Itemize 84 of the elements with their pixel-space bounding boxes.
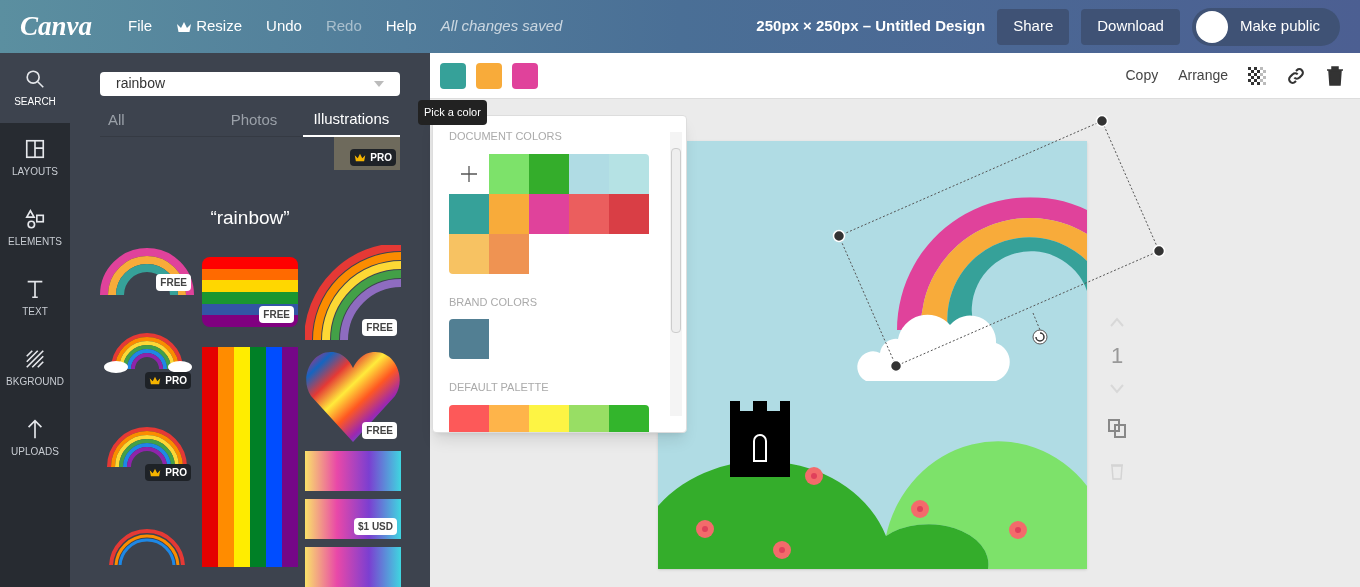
sidebar-item[interactable]: UPLOADS: [0, 403, 70, 473]
price-tag: $1 USD: [354, 518, 397, 535]
link-icon[interactable]: [1286, 65, 1306, 86]
palette-swatch[interactable]: [569, 153, 609, 194]
price-tag: FREE: [362, 422, 397, 439]
search-icon: [24, 67, 46, 90]
palette-swatch[interactable]: [489, 404, 529, 432]
palette-swatch[interactable]: [489, 193, 529, 234]
crown-icon: [149, 376, 162, 385]
hills-drawing[interactable]: [658, 441, 1087, 569]
menu-item[interactable]: Help: [385, 15, 417, 38]
scrollbar-thumb[interactable]: [671, 148, 681, 333]
menu-item[interactable]: Undo: [266, 15, 302, 38]
sidebar-item[interactable]: LAYOUTS: [0, 123, 70, 193]
flower-drawing[interactable]: [911, 500, 929, 518]
color-swatch[interactable]: [440, 62, 466, 89]
palette-swatch[interactable]: [449, 404, 489, 432]
trash-icon[interactable]: [1326, 65, 1344, 86]
palette-swatch[interactable]: [489, 153, 529, 194]
section-label: DOCUMENT COLORS: [449, 129, 563, 144]
search-field[interactable]: rainbow: [100, 72, 400, 96]
design-title: 250px × 250px – Untitled Design: [756, 16, 986, 37]
rainbow-flag-illustration[interactable]: [202, 257, 298, 327]
rainbow-illustration[interactable]: [100, 245, 195, 295]
crown-icon: [176, 20, 193, 33]
palette-swatch[interactable]: [529, 404, 569, 432]
price-tag: FREE: [259, 306, 294, 323]
price-tag: FREE: [362, 319, 397, 336]
section-label: DEFAULT PALETTE: [449, 380, 550, 395]
section-label: BRAND COLORS: [449, 294, 539, 310]
shapes-icon: [24, 207, 46, 230]
price-tag: FREE: [156, 274, 191, 291]
tooltip: Pick a color: [418, 100, 487, 125]
crown-icon: [354, 152, 367, 162]
cloud-drawing[interactable]: [857, 314, 1010, 381]
dropdown-caret-icon: [374, 80, 384, 87]
palette-swatch[interactable]: [489, 233, 529, 274]
make-public-toggle[interactable]: Make public: [1191, 7, 1340, 46]
palette-swatch[interactable]: [449, 233, 489, 274]
color-swatch[interactable]: [476, 62, 502, 89]
toolbar-action[interactable]: Arrange: [1178, 65, 1228, 86]
header-button[interactable]: Share: [997, 8, 1070, 45]
filter-tab[interactable]: All: [100, 103, 206, 137]
color-swatch[interactable]: [512, 62, 538, 89]
rainbow-drawing[interactable]: [897, 197, 1087, 330]
toggle-knob: [1195, 10, 1228, 43]
sidebar-item[interactable]: ELEMENTS: [0, 193, 70, 263]
palette-swatch[interactable]: [529, 193, 569, 234]
pro-badge: PRO: [145, 464, 191, 481]
toolbar-action[interactable]: Copy: [1125, 65, 1159, 86]
palette-swatch[interactable]: [529, 153, 569, 194]
header-button[interactable]: Download: [1081, 8, 1180, 45]
flower-drawing[interactable]: [1009, 521, 1027, 539]
sidebar-item[interactable]: SEARCH: [0, 53, 70, 123]
palette-swatch[interactable]: [449, 193, 489, 234]
hatch-icon: [24, 347, 46, 370]
canva-logo[interactable]: Canva: [20, 6, 92, 47]
plus-icon: [461, 165, 477, 182]
menu-item[interactable]: File: [128, 15, 153, 38]
colorful-smoke-image[interactable]: [305, 451, 401, 491]
layout-icon: [24, 137, 46, 160]
palette-swatch[interactable]: [609, 404, 649, 432]
rainbow-stripes-illustration[interactable]: [202, 347, 298, 567]
castle-tower-drawing[interactable]: [730, 401, 790, 477]
filter-tab[interactable]: Photos: [205, 103, 303, 137]
palette-swatch[interactable]: [569, 404, 609, 432]
flower-drawing[interactable]: [805, 467, 823, 485]
menu-item[interactable]: Resize: [176, 15, 243, 38]
crown-icon: [149, 468, 162, 477]
sidebar-item[interactable]: BKGROUND: [0, 333, 70, 403]
colorful-smoke-image[interactable]: [305, 547, 401, 587]
palette-swatch[interactable]: [449, 319, 489, 359]
save-status: All changes saved: [440, 16, 563, 37]
transparency-icon[interactable]: [1248, 66, 1266, 85]
rainbow-arc-illustration[interactable]: [305, 245, 401, 340]
results-heading: “rainbow”: [209, 205, 291, 230]
sidebar-item[interactable]: TEXT: [0, 263, 70, 333]
pro-badge: PRO: [145, 372, 191, 389]
palette-swatch[interactable]: [609, 153, 649, 194]
duplicate-page-icon[interactable]: [1107, 418, 1127, 438]
scrollbar[interactable]: [670, 132, 682, 416]
palette-swatch[interactable]: [609, 193, 649, 234]
page-number: 1: [1110, 342, 1124, 370]
palette-swatch[interactable]: [569, 193, 609, 234]
